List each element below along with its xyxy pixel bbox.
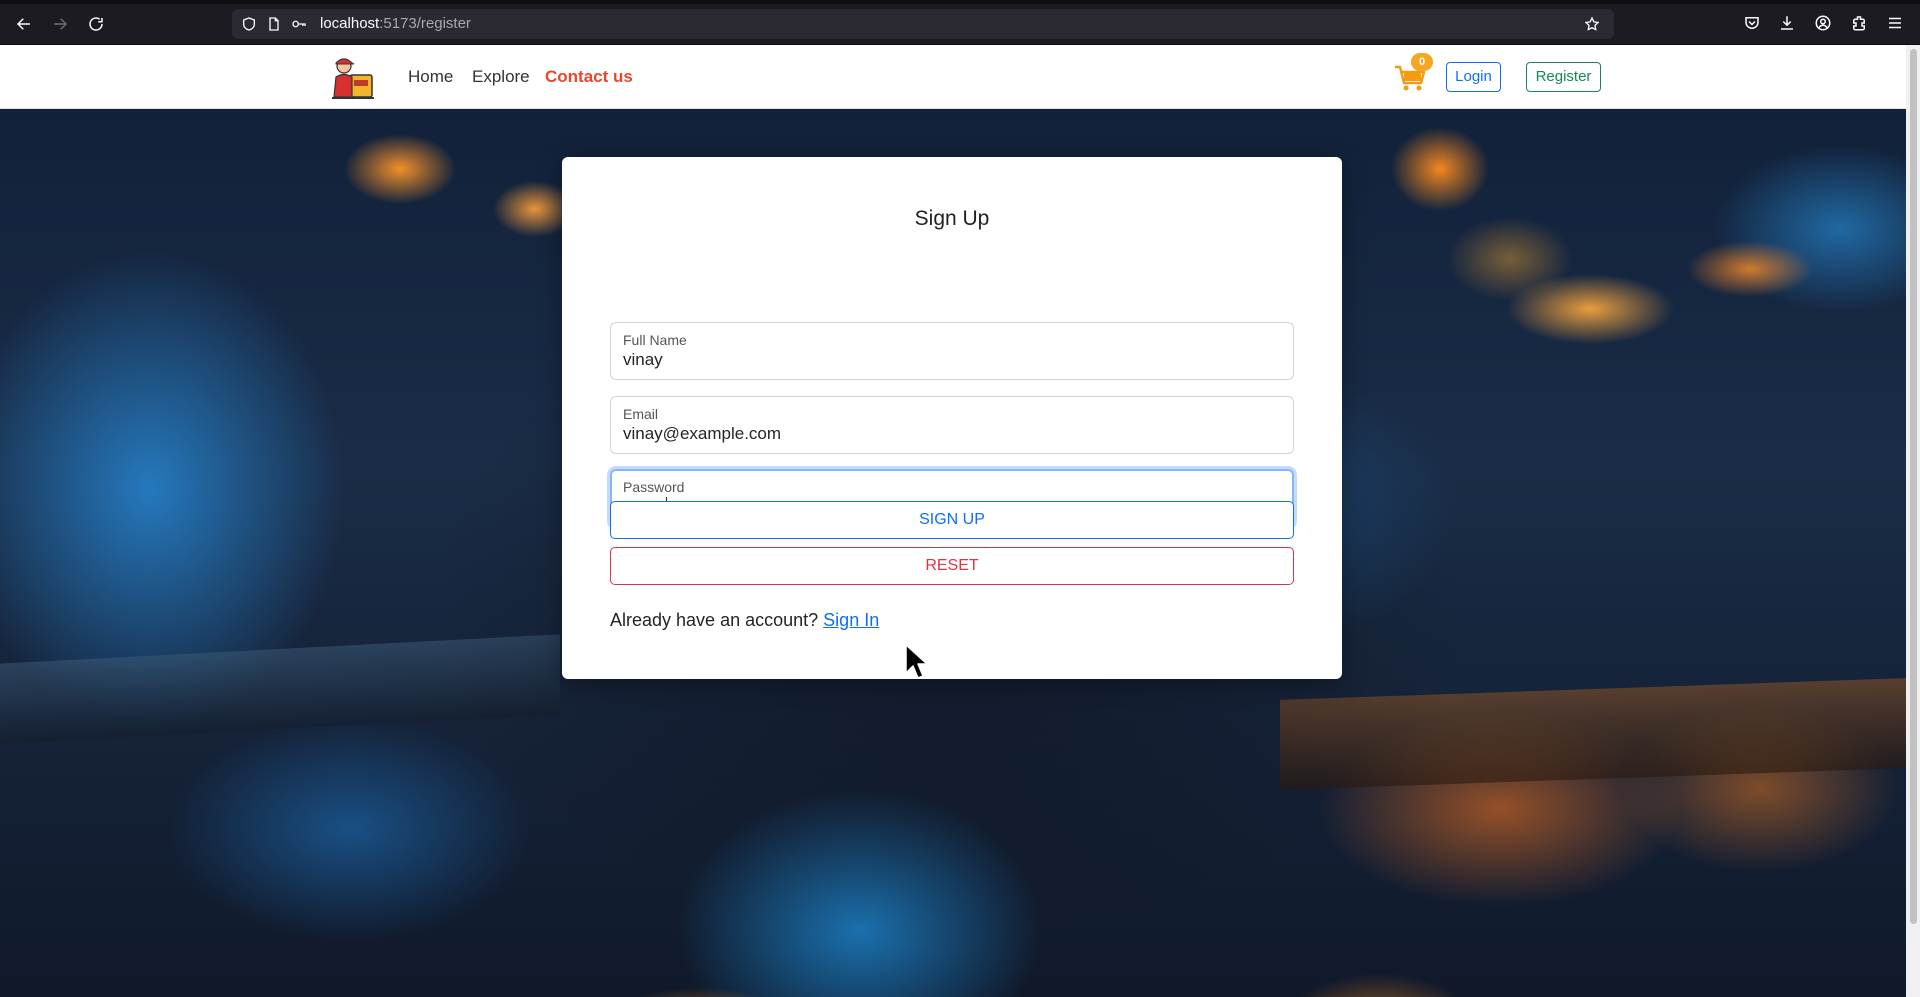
- signup-title: Sign Up: [914, 207, 990, 230]
- page-scrollbar[interactable]: [1906, 45, 1920, 997]
- url-bar[interactable]: localhost:5173/register: [232, 9, 1614, 39]
- page: Home Explore Contact us 0 Login Register…: [0, 45, 1906, 997]
- browser-toolbar: localhost:5173/register: [0, 0, 1920, 45]
- nav-link-home[interactable]: Home: [408, 67, 453, 87]
- nav-link-explore[interactable]: Explore: [472, 67, 530, 87]
- back-icon[interactable]: [10, 10, 38, 38]
- bookmark-star-icon[interactable]: [1583, 15, 1601, 33]
- reset-button[interactable]: RESET: [610, 547, 1294, 585]
- cart-count-badge: 0: [1411, 53, 1433, 71]
- login-button[interactable]: Login: [1446, 62, 1501, 92]
- full-name-label: Full Name: [623, 332, 687, 348]
- delivery-logo-icon[interactable]: [328, 53, 376, 101]
- forward-icon[interactable]: [46, 10, 74, 38]
- nav-link-contact-us[interactable]: Contact us: [545, 67, 633, 87]
- tab-strip: [0, 0, 1920, 4]
- account-prompt: Already have an account? Sign In: [610, 610, 879, 631]
- extensions-icon[interactable]: [1847, 12, 1871, 34]
- full-name-field[interactable]: Full Name vinay: [610, 322, 1294, 380]
- full-name-value[interactable]: vinay: [623, 350, 663, 370]
- sign-in-link[interactable]: Sign In: [823, 610, 879, 630]
- register-button[interactable]: Register: [1526, 62, 1601, 92]
- shield-icon[interactable]: [240, 15, 258, 33]
- download-icon[interactable]: [1775, 12, 1799, 34]
- key-icon[interactable]: [290, 15, 308, 33]
- site-navbar: Home Explore Contact us 0 Login Register: [0, 45, 1906, 109]
- scrollbar-thumb[interactable]: [1910, 49, 1917, 924]
- pocket-icon[interactable]: [1740, 12, 1764, 34]
- email-value[interactable]: vinay@example.com: [623, 424, 781, 444]
- url-text[interactable]: localhost:5173/register: [320, 15, 471, 32]
- signup-button[interactable]: SIGN UP: [610, 501, 1294, 539]
- password-label: Password: [623, 479, 685, 495]
- email-label: Email: [623, 406, 659, 422]
- mouse-cursor-icon: [904, 643, 928, 681]
- page-icon[interactable]: [265, 15, 283, 33]
- account-icon[interactable]: [1811, 12, 1835, 34]
- email-field[interactable]: Email vinay@example.com: [610, 396, 1294, 454]
- reload-icon[interactable]: [82, 10, 110, 38]
- menu-icon[interactable]: [1883, 12, 1907, 34]
- signup-card: Sign Up Full Name vinay Email vinay@exam…: [562, 157, 1342, 679]
- account-prompt-text: Already have an account?: [610, 610, 819, 630]
